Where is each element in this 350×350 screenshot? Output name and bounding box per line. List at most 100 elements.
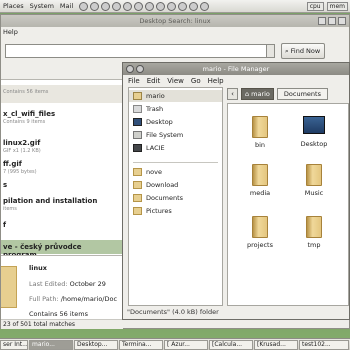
list-item[interactable]: x_cl_wifi_files Contains 9 items: [1, 107, 123, 127]
item-label: tmp: [307, 241, 321, 249]
sidebar-item-mario[interactable]: mario: [129, 90, 222, 102]
sidebar-item-trash[interactable]: Trash: [129, 103, 222, 115]
result-subtitle: Contains 56 items: [3, 89, 49, 95]
result-subtitle: 7 (995 bytes): [3, 169, 37, 175]
sidebar-item-filesystem[interactable]: File System: [129, 129, 222, 141]
taskbar-item[interactable]: [ Azur...: [164, 339, 208, 350]
sidebar-item-desktop[interactable]: Desktop: [129, 116, 222, 128]
minimize-icon[interactable]: [318, 17, 326, 25]
folder-item-tmp[interactable]: tmp: [294, 216, 334, 249]
find-now-label: Find Now: [290, 47, 321, 55]
sidebar-item-documents[interactable]: Documents: [129, 192, 222, 204]
menu-file[interactable]: File: [128, 75, 140, 87]
list-item[interactable]: ff.gif 7 (995 bytes): [1, 157, 123, 177]
file-manager-titlebar[interactable]: mario - File Manager: [123, 63, 349, 75]
sidebar-item-lacie[interactable]: LACIE: [129, 142, 222, 154]
folder-icon: [252, 164, 268, 186]
search-input[interactable]: [5, 44, 267, 58]
places-sidebar: mario Trash Desktop File System LACIE no…: [128, 87, 223, 306]
menu-help[interactable]: Help: [208, 75, 224, 87]
music-icon[interactable]: [112, 1, 122, 11]
folder-icon[interactable]: [145, 1, 155, 11]
editor-icon[interactable]: [134, 1, 144, 11]
folder-item-music[interactable]: Music: [294, 164, 334, 197]
item-label: Desktop: [300, 140, 328, 148]
home-icon: ⌂: [245, 90, 250, 98]
folder-item-bin[interactable]: bin: [240, 116, 280, 149]
result-subtitle: GIF x1 (1.2 KB): [3, 148, 41, 154]
home-icon: [133, 92, 142, 100]
find-now-button[interactable]: ⌕ Find Now: [281, 43, 325, 59]
taskbar-item[interactable]: [Krusad...: [254, 339, 298, 350]
item-label: bin: [254, 141, 266, 149]
result-subtitle: items: [3, 206, 17, 212]
web-icon[interactable]: [79, 1, 89, 11]
settings-icon[interactable]: [178, 1, 188, 11]
result-title: x_cl_wifi_files: [3, 110, 56, 118]
path-button-mario[interactable]: ⌂ mario: [241, 88, 274, 100]
menu-system[interactable]: System: [27, 2, 57, 10]
menu-view[interactable]: View: [167, 75, 184, 87]
folder-item-media[interactable]: media: [240, 164, 280, 197]
search-window-titlebar[interactable]: Desktop Search: linux: [1, 15, 349, 27]
detail-path-value: /home/mario/Doc: [60, 295, 118, 303]
window-icon[interactable]: [200, 1, 210, 11]
list-item[interactable]: Contains 56 items: [1, 85, 123, 103]
result-title: linux2.gif: [3, 139, 41, 147]
chevron-left-icon[interactable]: ‹: [227, 88, 238, 100]
search-statusbar: 23 of 501 total matches: [1, 319, 123, 329]
item-label: Music: [304, 189, 324, 197]
detail-modified: Last Edited: October 29: [29, 280, 106, 288]
sidebar-item-label: Documents: [146, 194, 184, 202]
terminal-icon[interactable]: [123, 1, 133, 11]
folder-icon: [133, 168, 142, 176]
menu-go[interactable]: Go: [191, 75, 201, 87]
sidebar-item-download[interactable]: Download: [129, 179, 222, 191]
list-item[interactable]: pilation and installation items: [1, 194, 123, 214]
folder-icon: [252, 216, 268, 238]
folder-item-projects[interactable]: projects: [240, 216, 280, 249]
launcher-icons: [79, 1, 210, 11]
menu-help[interactable]: Help: [3, 28, 18, 36]
taskbar-item[interactable]: mario...: [29, 339, 73, 350]
list-item[interactable]: s: [1, 178, 123, 192]
mail-icon[interactable]: [90, 1, 100, 11]
taskbar-item[interactable]: Desktop...: [74, 339, 118, 350]
network-icon[interactable]: [189, 1, 199, 11]
menu-edit[interactable]: Edit: [147, 75, 161, 87]
sidebar-item-pictures[interactable]: Pictures: [129, 205, 222, 217]
sidebar-item-label: Download: [146, 181, 179, 189]
list-item[interactable]: ve - český průvodce program...: [1, 240, 123, 259]
list-item[interactable]: f: [1, 218, 123, 232]
taskbar-item[interactable]: [Calcula...: [209, 339, 253, 350]
cpu-monitor[interactable]: cpu: [306, 1, 324, 11]
taskbar-item[interactable]: Termina...: [119, 339, 163, 350]
maximize-icon[interactable]: [328, 17, 336, 25]
list-item[interactable]: linux2.gif GIF x1 (1.2 KB): [1, 136, 123, 156]
results-list: Contains 56 items x_cl_wifi_files Contai…: [1, 79, 123, 259]
chat-icon[interactable]: [101, 1, 111, 11]
folder-item-desktop[interactable]: Desktop: [294, 116, 334, 148]
result-details-pane: linux Last Edited: October 29 Full Path:…: [1, 255, 123, 323]
folder-icon: [133, 194, 142, 202]
menu-places[interactable]: Places: [0, 2, 27, 10]
search-window-title: Desktop Search: linux: [139, 17, 211, 25]
sidebar-item-nove[interactable]: nove: [129, 166, 222, 178]
memory-monitor[interactable]: mem: [326, 1, 348, 11]
globe-icon[interactable]: [156, 1, 166, 11]
folder-icon: [133, 181, 142, 189]
bottom-taskbar: ser Int... mario... Desktop... Termina..…: [0, 338, 350, 350]
taskbar-item[interactable]: test102...: [299, 339, 349, 350]
result-title: f: [3, 221, 7, 229]
taskbar-item[interactable]: ser Int...: [0, 339, 28, 350]
result-title: s: [3, 181, 8, 189]
search-dropdown[interactable]: [267, 44, 275, 58]
path-button-documents[interactable]: Documents: [276, 88, 328, 100]
sidebar-item-label: Pictures: [146, 207, 172, 215]
close-icon[interactable]: [338, 17, 346, 25]
sidebar-item-label: LACIE: [146, 144, 165, 152]
folder-icon: [306, 216, 322, 238]
menu-mail[interactable]: Mail: [57, 2, 76, 10]
camera-icon[interactable]: [167, 1, 177, 11]
item-label: media: [249, 189, 271, 197]
